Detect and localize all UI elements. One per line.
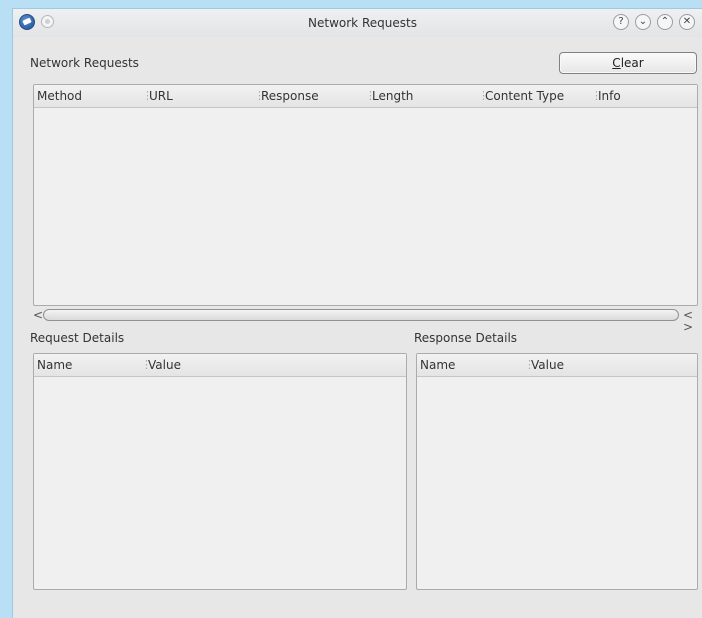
column-header-length[interactable]: Length	[365, 89, 413, 103]
window-title: Network Requests	[308, 16, 417, 30]
column-header-value[interactable]: Value	[524, 358, 564, 372]
request-details-table[interactable]: Name Value	[33, 353, 407, 590]
column-header-value[interactable]: Value	[141, 358, 181, 372]
minimize-icon[interactable]: ⌄	[635, 14, 651, 30]
column-header-info[interactable]: Info	[591, 89, 621, 103]
request-details-header: Name Value	[34, 354, 406, 377]
column-header-name[interactable]: Name	[420, 358, 455, 372]
maximize-icon[interactable]: ⌃	[657, 14, 673, 30]
close-icon[interactable]: ✕	[679, 14, 695, 30]
scroll-left-icon[interactable]: <	[33, 309, 43, 321]
request-details-label: Request Details	[30, 331, 125, 345]
response-details-label: Response Details	[414, 331, 518, 345]
column-header-url[interactable]: URL	[142, 89, 173, 103]
requests-table-header: Method URL Response Length Content Type …	[34, 85, 697, 108]
response-details-table[interactable]: Name Value	[416, 353, 698, 590]
title-bar: Network Requests ? ⌄ ⌃ ✕	[13, 9, 702, 37]
column-header-name[interactable]: Name	[37, 358, 72, 372]
network-requests-label: Network Requests	[30, 56, 139, 70]
horizontal-scrollbar[interactable]: < < >	[33, 309, 697, 333]
column-header-method[interactable]: Method	[37, 89, 82, 103]
scrollbar-thumb[interactable]	[43, 309, 679, 321]
scroll-arrows-icon[interactable]: < >	[683, 309, 697, 333]
network-requests-window: Network Requests ? ⌄ ⌃ ✕ Network Request…	[12, 8, 702, 618]
clear-button-accel: C	[612, 56, 621, 70]
clear-button[interactable]: Clear	[559, 52, 697, 74]
column-header-content-type[interactable]: Content Type	[478, 89, 564, 103]
help-icon[interactable]: ?	[613, 14, 629, 30]
response-details-header: Name Value	[417, 354, 697, 377]
column-header-response[interactable]: Response	[254, 89, 319, 103]
clear-button-label: lear	[620, 56, 644, 70]
requests-table[interactable]: Method URL Response Length Content Type …	[33, 84, 698, 306]
